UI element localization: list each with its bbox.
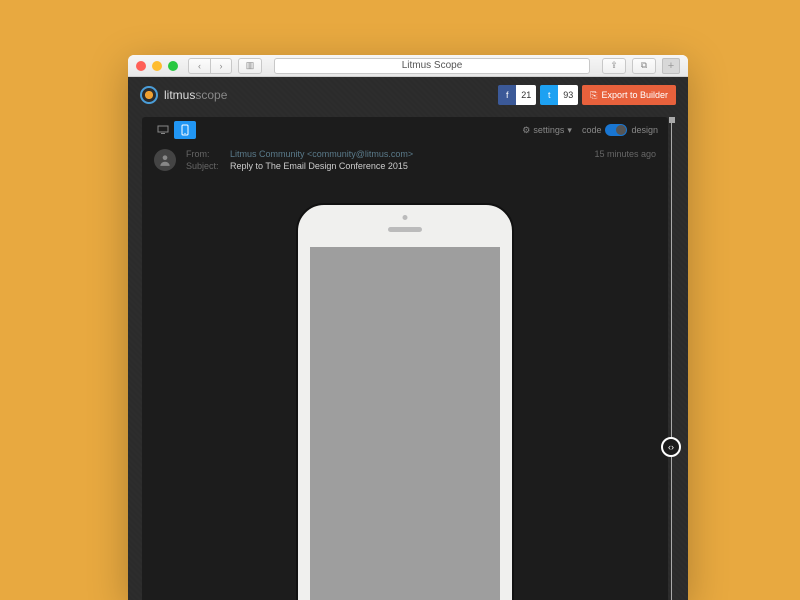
twitter-share-button[interactable]: t 93 [540, 85, 578, 105]
export-icon: ⎘ [590, 90, 597, 101]
header-right: f 21 t 93 ⎘ Export to Builder [498, 85, 676, 105]
facebook-count: 21 [516, 85, 536, 105]
gear-icon: ⚙ [522, 125, 530, 136]
subject-row: Subject: Reply to The Email Design Confe… [186, 161, 584, 171]
from-row: From: Litmus Community <community@litmus… [186, 149, 584, 159]
browser-window: ‹ › ▥ Litmus Scope ⇪ ⧉ + litmusscope f 2… [128, 55, 688, 600]
settings-dropdown[interactable]: ⚙ settings ▾ [522, 125, 572, 136]
toggle-switch[interactable] [605, 124, 627, 136]
from-value: Litmus Community <community@litmus.com> [230, 149, 413, 159]
preview-viewer: ⚙ settings ▾ code design [142, 117, 668, 600]
browser-titlebar: ‹ › ▥ Litmus Scope ⇪ ⧉ + [128, 55, 688, 77]
design-label: design [631, 125, 658, 135]
facebook-share-button[interactable]: f 21 [498, 85, 536, 105]
device-tabs [152, 121, 196, 139]
resize-rail [671, 117, 672, 600]
settings-label: settings [533, 125, 564, 135]
caret-down-icon: ▾ [567, 125, 572, 136]
resize-rail-cap [669, 117, 675, 123]
subject-label: Subject: [186, 161, 222, 171]
code-design-toggle[interactable]: code design [582, 124, 658, 136]
phone-stage [142, 197, 668, 600]
subject-value: Reply to The Email Design Conference 201… [230, 161, 408, 171]
brand-suffix: scope [195, 88, 227, 102]
maximize-window-button[interactable] [168, 61, 178, 71]
twitter-icon: t [540, 85, 558, 105]
resize-handle[interactable]: ‹› [661, 437, 681, 457]
viewer-toolbar: ⚙ settings ▾ code design [142, 117, 668, 143]
back-button[interactable]: ‹ [188, 58, 210, 74]
window-controls [136, 61, 178, 71]
address-bar[interactable]: Litmus Scope [274, 58, 590, 74]
user-icon [158, 153, 172, 167]
phone-speaker [388, 227, 422, 232]
email-meta: From: Litmus Community <community@litmus… [142, 143, 668, 177]
tabs-button[interactable]: ⧉ [632, 58, 656, 74]
avatar [154, 149, 176, 171]
share-button[interactable]: ⇪ [602, 58, 626, 74]
desktop-icon [157, 125, 169, 135]
app-header: litmusscope f 21 t 93 ⎘ Export to Builde… [128, 77, 688, 113]
from-label: From: [186, 149, 222, 159]
export-label: Export to Builder [601, 90, 668, 100]
brand-icon [140, 86, 158, 104]
meta-rows: From: Litmus Community <community@litmus… [186, 149, 584, 171]
brand[interactable]: litmusscope [140, 86, 227, 104]
brand-name: litmus [164, 88, 195, 102]
desktop-tab[interactable] [152, 121, 174, 139]
toolbar-right: ⚙ settings ▾ code design [522, 124, 658, 136]
close-window-button[interactable] [136, 61, 146, 71]
facebook-icon: f [498, 85, 516, 105]
minimize-window-button[interactable] [152, 61, 162, 71]
sidebar-toggle-button[interactable]: ▥ [238, 58, 262, 74]
mobile-tab[interactable] [174, 121, 196, 139]
resize-icon: ‹› [668, 442, 674, 452]
nav-back-forward: ‹ › [188, 58, 232, 74]
code-label: code [582, 125, 602, 135]
brand-text: litmusscope [164, 88, 227, 102]
app-chrome: litmusscope f 21 t 93 ⎘ Export to Builde… [128, 77, 688, 600]
mobile-icon [181, 124, 189, 136]
phone-mockup [296, 203, 514, 600]
forward-button[interactable]: › [210, 58, 232, 74]
phone-screen [310, 247, 500, 600]
new-tab-button[interactable]: + [662, 58, 680, 74]
timestamp: 15 minutes ago [594, 149, 656, 159]
export-to-builder-button[interactable]: ⎘ Export to Builder [582, 85, 676, 105]
twitter-count: 93 [558, 85, 578, 105]
